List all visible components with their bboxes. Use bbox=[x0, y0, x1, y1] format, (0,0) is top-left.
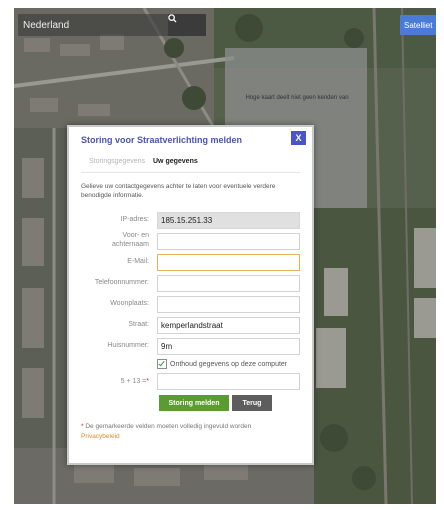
tab-uw-gegevens[interactable]: Uw gegevens bbox=[153, 158, 198, 165]
city-label: Woonplaats: bbox=[110, 300, 149, 307]
city-input[interactable] bbox=[157, 296, 300, 313]
map-notice-text: Hoge kaart deelt niet geen kenden van bbox=[245, 95, 349, 101]
captcha-label: 5 + 13 =* bbox=[69, 378, 149, 385]
map-search-bar bbox=[18, 14, 206, 36]
dialog-tabs: Storingsgegevens Uw gegevens bbox=[81, 156, 300, 173]
captcha-required-star: * bbox=[146, 378, 149, 385]
captcha-input[interactable] bbox=[157, 373, 300, 390]
submit-report-button[interactable]: Storing melden bbox=[159, 395, 229, 411]
footnote-star: * bbox=[81, 423, 84, 430]
footnote-text: De gemarkeerde velden moeten volledig in… bbox=[85, 423, 252, 430]
street-input[interactable] bbox=[157, 317, 300, 334]
ip-label: IP-adres: bbox=[120, 216, 149, 223]
map-search-button[interactable] bbox=[168, 14, 206, 36]
map-search-input[interactable] bbox=[18, 14, 168, 36]
remember-checkbox[interactable] bbox=[157, 359, 167, 369]
search-icon bbox=[168, 14, 177, 23]
report-dialog: Storing voor Straatverlichting melden X … bbox=[67, 125, 314, 465]
satellite-toggle-button[interactable]: Satelliet bbox=[400, 15, 436, 35]
dialog-title: Storing voor Straatverlichting melden bbox=[81, 135, 243, 145]
ip-value: 185.15.251.33 bbox=[161, 216, 213, 225]
remember-label: Onthoud gegevens op deze computer bbox=[170, 360, 288, 368]
remember-row[interactable]: Onthoud gegevens op deze computer bbox=[157, 358, 287, 370]
screen: Satelliet Hoge kaart deelt niet geen ken… bbox=[0, 0, 444, 510]
phone-label: Telefoonnummer: bbox=[94, 279, 149, 286]
name-label-line2: achternaam bbox=[112, 241, 149, 248]
email-label: E-Mail: bbox=[127, 258, 149, 265]
phone-input[interactable] bbox=[157, 275, 300, 292]
street-label: Straat: bbox=[128, 321, 149, 328]
privacy-link[interactable]: Privacybeleid bbox=[81, 433, 120, 440]
email-input[interactable] bbox=[157, 254, 300, 271]
satellite-label: Satelliet bbox=[404, 20, 433, 30]
name-label-line1: Voor- en bbox=[122, 232, 149, 239]
name-input[interactable] bbox=[157, 233, 300, 250]
intro-text: Gelieve uw contactgegevens achter te lat… bbox=[81, 183, 276, 199]
name-label: Voor- en achternaam bbox=[69, 231, 149, 249]
tab-storingsgegevens[interactable]: Storingsgegevens bbox=[89, 158, 145, 165]
close-icon: X bbox=[295, 133, 302, 143]
captcha-question: 5 + 13 = bbox=[120, 378, 147, 385]
required-footnote: * De gemarkeerde velden moeten volledig … bbox=[81, 422, 301, 431]
back-button[interactable]: Terug bbox=[232, 395, 272, 411]
housenumber-label: Huisnummer: bbox=[107, 342, 149, 349]
close-button[interactable]: X bbox=[291, 131, 306, 145]
housenumber-input[interactable] bbox=[157, 338, 300, 355]
ip-field: 185.15.251.33 bbox=[157, 212, 300, 229]
